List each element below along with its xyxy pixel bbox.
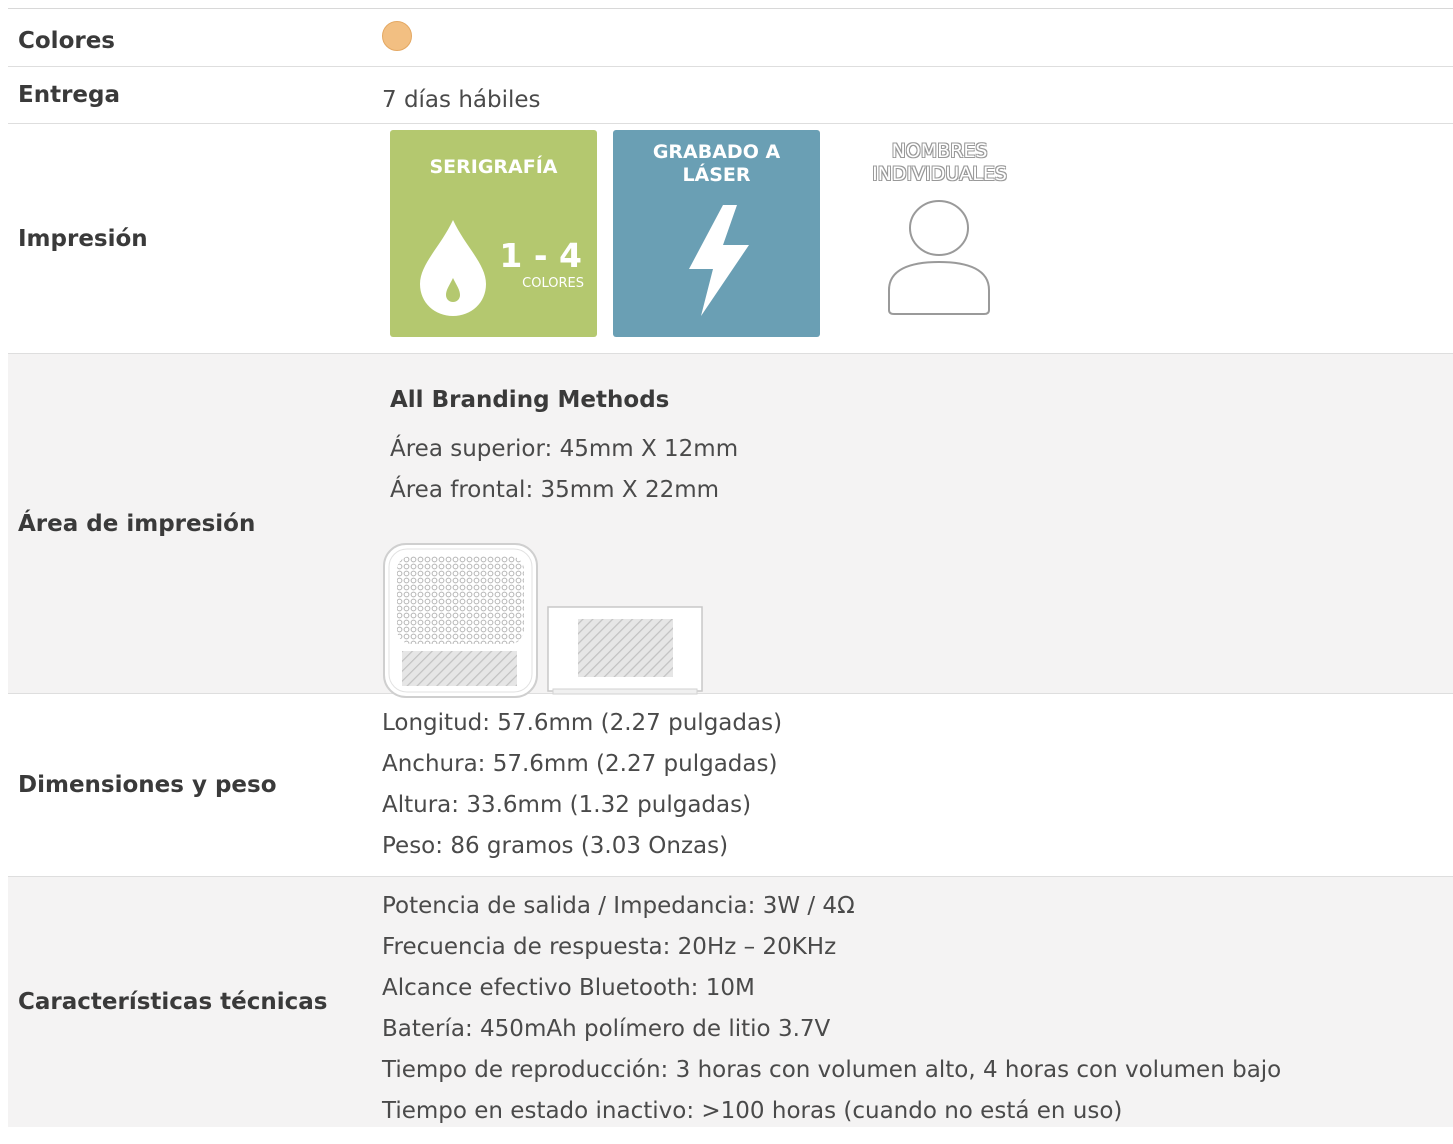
colores-label: Colores xyxy=(18,28,115,54)
tech-reproduccion: Tiempo de reproducción: 3 horas con volu… xyxy=(382,1057,1282,1083)
row-impresion: Impresión SERIGRAFÍA 1 - 4 COLORES GRABA… xyxy=(8,124,1453,354)
speaker-front-view xyxy=(547,606,703,695)
badge-nombres-individuales: NOMBRES INDIVIDUALES xyxy=(836,130,1043,337)
dimensiones-value: Longitud: 57.6mm (2.27 pulgadas) Anchura… xyxy=(382,694,1453,876)
dim-longitud: Longitud: 57.6mm (2.27 pulgadas) xyxy=(382,710,783,736)
badge-nombres-title: NOMBRES INDIVIDUALES xyxy=(836,140,1043,186)
badge-laser-title: GRABADO A LÁSER xyxy=(613,141,820,187)
row-caracteristicas-tecnicas: Características técnicas Potencia de sal… xyxy=(8,877,1453,1127)
impresion-value: SERIGRAFÍA 1 - 4 COLORES GRABADO A LÁSER xyxy=(382,124,1453,353)
dim-altura: Altura: 33.6mm (1.32 pulgadas) xyxy=(382,792,752,818)
row-area-impresion: Área de impresión All Branding Methods Á… xyxy=(8,354,1453,698)
badge-serigrafia-title: SERIGRAFÍA xyxy=(429,156,558,178)
tech-frecuencia: Frecuencia de respuesta: 20Hz – 20KHz xyxy=(382,934,837,960)
colores-value xyxy=(382,9,1453,66)
badge-serigrafia-colors-range: 1 - 4 xyxy=(499,236,582,275)
badge-grabado-laser: GRABADO A LÁSER xyxy=(613,130,820,337)
badge-serigrafia-colors-label: COLORES xyxy=(522,276,584,291)
badge-laser-title-line2: LÁSER xyxy=(682,164,751,186)
color-swatch-orange[interactable] xyxy=(382,21,412,51)
tech-potencia: Potencia de salida / Impedancia: 3W / 4Ω xyxy=(382,893,855,919)
product-spec-table: Colores Entrega 7 días hábiles Impresión… xyxy=(8,8,1453,1127)
row-dimensiones: Dimensiones y peso Longitud: 57.6mm (2.2… xyxy=(8,694,1453,877)
area-frontal: Área frontal: 35mm X 22mm xyxy=(390,477,720,503)
badge-nombres-title-line2: INDIVIDUALES xyxy=(872,163,1007,185)
row-colores: Colores xyxy=(8,9,1453,67)
tech-alcance: Alcance efectivo Bluetooth: 10M xyxy=(382,975,755,1001)
tech-bateria: Batería: 450mAh polímero de litio 3.7V xyxy=(382,1016,831,1042)
tecnicas-value: Potencia de salida / Impedancia: 3W / 4Ω… xyxy=(382,877,1453,1127)
area-superior: Área superior: 45mm X 12mm xyxy=(390,436,739,462)
entrega-label: Entrega xyxy=(18,82,121,108)
area-value: All Branding Methods Área superior: 45mm… xyxy=(382,354,1453,698)
dim-peso: Peso: 86 gramos (3.03 Onzas) xyxy=(382,833,729,859)
print-area-diagram xyxy=(383,543,703,698)
impresion-label: Impresión xyxy=(18,225,148,252)
area-label: Área de impresión xyxy=(18,510,256,537)
ink-drop-icon xyxy=(420,220,486,316)
dimensiones-label: Dimensiones y peso xyxy=(18,772,277,798)
badge-laser-title-line1: GRABADO A xyxy=(652,141,781,163)
lightning-bolt-icon xyxy=(689,205,749,316)
tecnicas-label: Características técnicas xyxy=(18,989,328,1015)
badge-serigrafia: SERIGRAFÍA 1 - 4 COLORES xyxy=(390,130,597,337)
dim-anchura: Anchura: 57.6mm (2.27 pulgadas) xyxy=(382,751,778,777)
entrega-value: 7 días hábiles xyxy=(382,87,541,113)
person-icon xyxy=(888,200,990,315)
row-entrega: Entrega 7 días hábiles xyxy=(8,67,1453,124)
area-heading: All Branding Methods xyxy=(390,387,670,413)
speaker-top-view xyxy=(383,543,538,698)
badge-nombres-title-line1: NOMBRES xyxy=(891,140,988,162)
tech-inactivo: Tiempo en estado inactivo: >100 horas (c… xyxy=(382,1098,1123,1124)
